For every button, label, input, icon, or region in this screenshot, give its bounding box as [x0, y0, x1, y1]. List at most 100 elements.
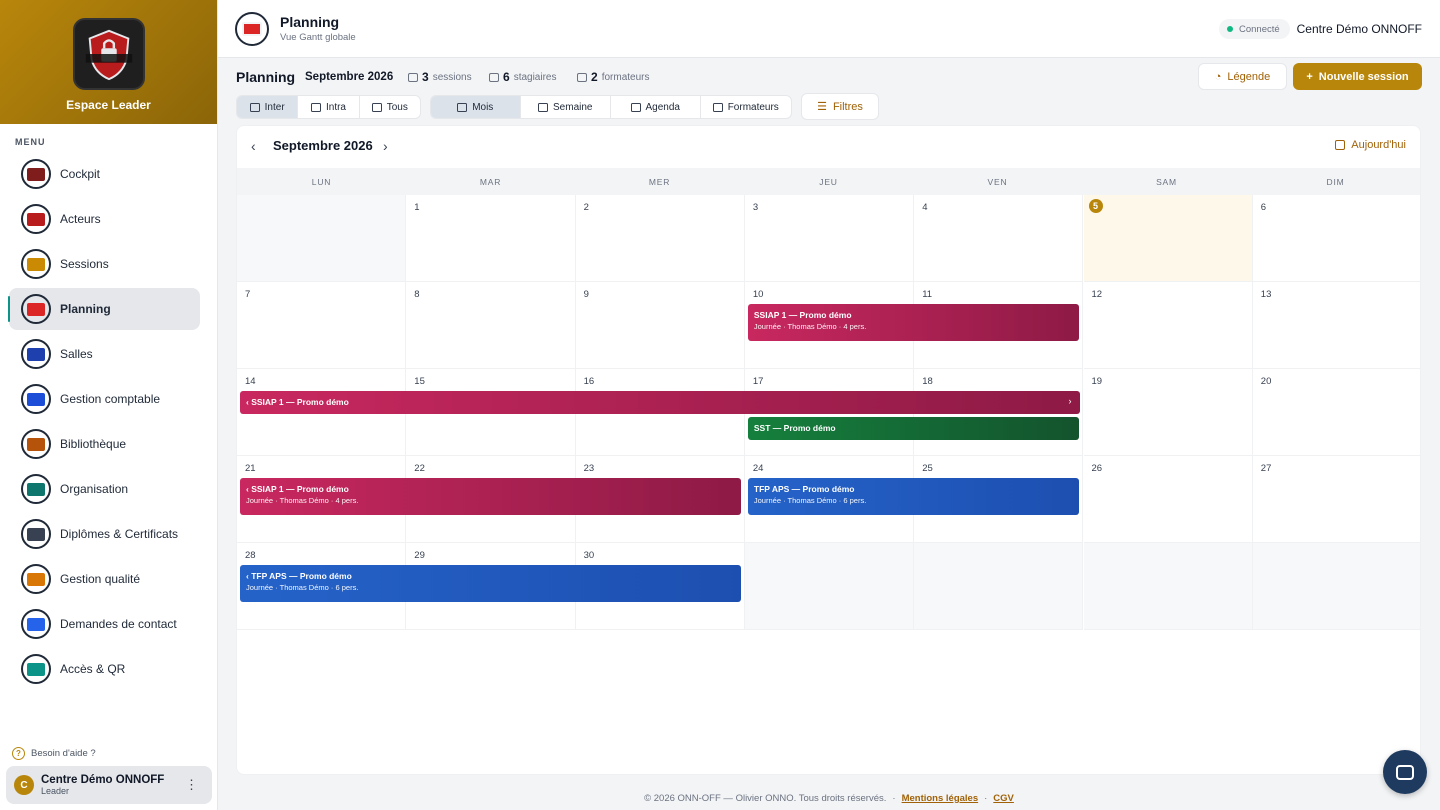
session-event[interactable]: SSIAP 1 — Promo démo Journée · Thomas Dém… [747, 304, 1080, 341]
day-cell[interactable]: 7 [237, 282, 407, 369]
weekday-label: JEU [819, 176, 838, 187]
event-title: SST — Promo démo [753, 423, 836, 433]
sidebar-item-dipl-mes-certificats[interactable]: Diplômes & Certificats [9, 513, 200, 555]
day-cell[interactable]: 19 [1083, 369, 1253, 456]
day-number: 30 [583, 550, 595, 561]
day-number: 23 [583, 463, 595, 474]
sidebar-item-gestion-comptable[interactable]: Gestion comptable [9, 378, 200, 420]
center-name[interactable]: Centre Démo ONNOFF [1297, 22, 1422, 36]
session-event[interactable]: TFP APS — Promo démo Journée · Thomas Dém… [747, 478, 1080, 515]
sidebar-item-acteurs[interactable]: Acteurs [9, 198, 200, 240]
sidebar-item-label: Demandes de contact [60, 617, 177, 631]
diploma-icon [21, 519, 51, 549]
day-cell[interactable]: 3 [744, 195, 915, 282]
trainer-icon [577, 72, 587, 82]
sidebar-item-label: Salles [60, 347, 93, 361]
sidebar-item-label: Acteurs [60, 212, 101, 226]
users-icon [249, 102, 260, 112]
tab-inter[interactable]: Inter [237, 96, 299, 118]
cgv-link[interactable]: CGV [993, 793, 1014, 804]
day-number: 26 [1091, 463, 1103, 474]
sidebar-item-demandes-de-contact[interactable]: Demandes de contact [9, 603, 200, 645]
weekday-label: DIM [1326, 176, 1345, 187]
filter-icon: ☰ [817, 101, 827, 113]
tab-label: Formateurs [727, 101, 779, 113]
weekday-label: MAR [479, 176, 502, 187]
session-event[interactable]: ‹ SSIAP 1 — Promo démo › [240, 391, 1080, 414]
tab-agenda[interactable]: Agenda [611, 96, 701, 118]
session-event[interactable]: SST — Promo démo [747, 417, 1080, 440]
planning-icon [235, 12, 269, 46]
day-cell[interactable]: 12 [1083, 282, 1253, 369]
day-cell[interactable]: 26 [1083, 456, 1253, 543]
filters-button[interactable]: ☰ Filtres [801, 93, 879, 120]
next-month-icon[interactable]: › [383, 138, 388, 154]
prev-month-icon[interactable]: ‹ [251, 138, 256, 154]
sidebar-item-gestion-qualit-[interactable]: Gestion qualité [9, 558, 200, 600]
sidebar-item-label: Gestion comptable [60, 392, 161, 406]
calendar-title: Septembre 2026 [273, 138, 373, 153]
event-meta: Journée · Thomas Démo · 4 pers. [753, 322, 867, 331]
stat-trainers: 2 formateurs [577, 70, 649, 84]
sidebar-item-label: Cockpit [60, 167, 101, 181]
tab-label: Semaine [553, 101, 593, 113]
session-event[interactable]: ‹ TFP APS — Promo démo Journée · Thomas D… [240, 565, 741, 602]
day-cell[interactable]: 27 [1252, 456, 1420, 543]
sidebar-item-planning[interactable]: Planning [8, 288, 200, 330]
day-cell[interactable]: 2 [575, 195, 745, 282]
legend-button[interactable]: ◔ Légende [1198, 63, 1287, 90]
tab-trainers[interactable]: Formateurs [701, 96, 792, 118]
today-button[interactable]: Aujourd'hui [1335, 139, 1406, 151]
building-icon [310, 102, 321, 112]
tab-month[interactable]: Mois [431, 96, 521, 118]
sidebar-item-label: Diplômes & Certificats [60, 527, 179, 541]
day-number: 20 [1260, 376, 1272, 387]
empty-day-cell [1083, 543, 1253, 630]
onn-off-logo[interactable] [72, 18, 145, 90]
sidebar-item-cockpit[interactable]: Cockpit [9, 153, 200, 195]
list-icon [630, 102, 641, 112]
user-role: Leader [41, 786, 70, 796]
day-number: 25 [922, 463, 933, 474]
day-number: 28 [245, 550, 256, 561]
cockpit-icon [21, 159, 51, 189]
chat-button[interactable] [1383, 750, 1427, 794]
day-number: 4 [922, 202, 928, 213]
day-cell[interactable]: 5 [1083, 195, 1253, 282]
sidebar-item-label: Gestion qualité [60, 572, 141, 586]
session-event[interactable]: ‹ SSIAP 1 — Promo démo Journée · Thomas D… [240, 478, 741, 515]
planning-month: Septembre 2026 [305, 71, 394, 83]
stat-value: 6 [503, 70, 510, 84]
new-session-button[interactable]: + Nouvelle session [1293, 63, 1422, 90]
tab-intra[interactable]: Intra [298, 96, 360, 118]
day-cell[interactable]: 9 [575, 282, 745, 369]
sidebar-item-biblioth-que[interactable]: Bibliothèque [9, 423, 200, 465]
event-title: SSIAP 1 — Promo démo [753, 310, 852, 320]
day-number: 8 [414, 289, 420, 300]
top-bar: Planning Vue Gantt globale Connecté Cent… [218, 0, 1440, 58]
day-cell[interactable]: 6 [1252, 195, 1420, 282]
sidebar-item-organisation[interactable]: Organisation [9, 468, 200, 510]
tab-week[interactable]: Semaine [521, 96, 611, 118]
day-cell[interactable]: 20 [1252, 369, 1420, 456]
main-menu: Cockpit Acteurs Sessions Planning Salles Gest… [0, 153, 217, 690]
day-cell[interactable]: 13 [1252, 282, 1420, 369]
plus-icon: + [1306, 70, 1313, 83]
more-options-icon[interactable]: ⋮ [185, 778, 198, 791]
day-cell[interactable]: 1 [406, 195, 576, 282]
sidebar-item-sessions[interactable]: Sessions [9, 243, 200, 285]
event-title: ‹ SSIAP 1 — Promo démo [246, 484, 349, 494]
day-cell[interactable]: 8 [406, 282, 576, 369]
help-link[interactable]: ? Besoin d'aide ? [12, 747, 96, 760]
stat-label: sessions [432, 71, 472, 83]
sidebar-item-label: Accès & QR [60, 662, 126, 676]
sidebar-item-salles[interactable]: Salles [9, 333, 200, 375]
legal-link[interactable]: Mentions légales [902, 793, 979, 804]
day-cell[interactable]: 4 [914, 195, 1084, 282]
planning-icon [21, 294, 51, 324]
library-icon [21, 429, 51, 459]
user-card[interactable]: C Centre Démo ONNOFF Leader ⋮ [6, 766, 212, 804]
tab-tous[interactable]: Tous [360, 96, 420, 118]
day-number: 16 [583, 376, 595, 387]
sidebar-item-acc-s-qr[interactable]: Accès & QR [9, 648, 200, 690]
